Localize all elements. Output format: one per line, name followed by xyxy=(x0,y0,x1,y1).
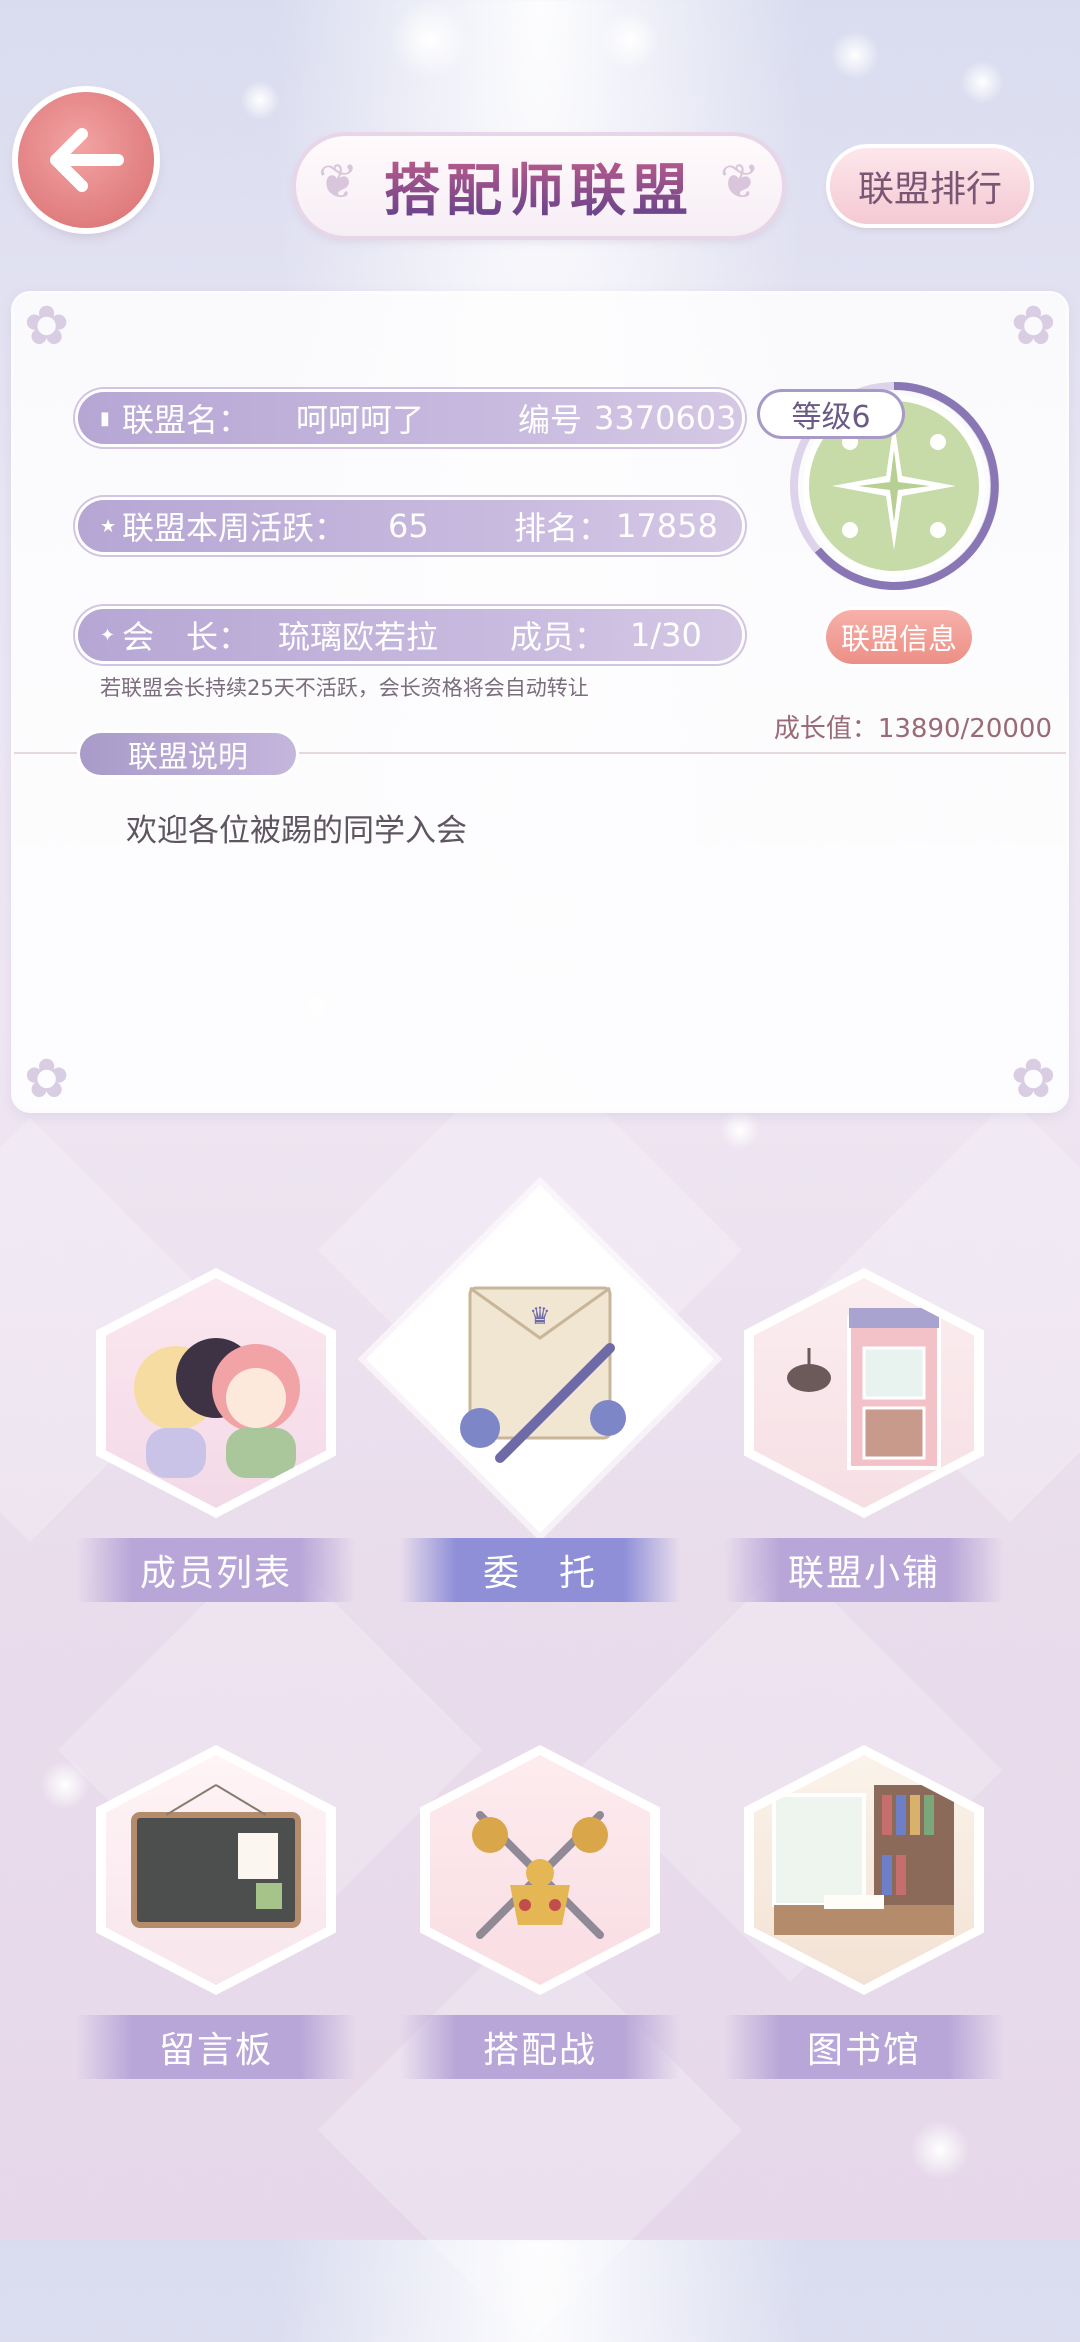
flourish-right-icon: ❦ xyxy=(719,154,760,210)
hex-frame xyxy=(744,1745,984,1995)
message-board-label: 留言板 xyxy=(76,2015,356,2079)
style-battle-label: 搭配战 xyxy=(400,2015,680,2079)
library-icon xyxy=(754,1755,974,1985)
sparkle xyxy=(240,80,280,120)
sparkle xyxy=(720,1110,760,1150)
back-button[interactable] xyxy=(18,92,154,228)
style-battle-button[interactable]: 搭配战 xyxy=(390,1745,690,2079)
svg-text:♛: ♛ xyxy=(529,1302,551,1330)
sparkle xyxy=(600,10,660,70)
rank-label: 排名： xyxy=(514,509,611,547)
leader-name: 琉璃欧若拉 xyxy=(278,618,439,656)
alliance-id: 3370603 xyxy=(594,399,737,437)
commission-icon: ♛ xyxy=(440,1258,640,1488)
alliance-description: 欢迎各位被踢的同学入会 xyxy=(126,813,467,849)
member-list-icon xyxy=(106,1278,326,1508)
description-tag: 联盟说明 xyxy=(80,733,296,775)
sparkle xyxy=(830,30,880,80)
rose-corner-icon: ✿ xyxy=(1010,294,1056,357)
alliance-info-button[interactable]: 联盟信息 xyxy=(826,610,972,664)
weekly-activity-row: ★ 联盟本周活跃： 65 排名： 17858 xyxy=(78,500,742,552)
hex-frame xyxy=(96,1745,336,1995)
alliance-shop-label: 联盟小铺 xyxy=(724,1538,1004,1602)
library-button[interactable]: 图书馆 xyxy=(714,1745,1014,2079)
battle-crest-icon xyxy=(430,1755,650,1985)
hex-frame xyxy=(420,1745,660,1995)
sparkle xyxy=(390,0,470,80)
member-list-label: 成员列表 xyxy=(76,1538,356,1602)
sparkle xyxy=(960,60,1004,104)
title-plate: ❦ 搭配师联盟 ❦ xyxy=(296,136,782,236)
alliance-ranking-button[interactable]: 联盟排行 xyxy=(830,148,1030,224)
leader-inactivity-hint: 若联盟会长持续25天不活跃，会长资格将会自动转让 xyxy=(100,676,589,700)
star-icon: ★ xyxy=(100,515,117,537)
alliance-name-row: ▮ 联盟名： 呵呵呵了 编号 3370603 xyxy=(78,392,742,444)
rank-value: 17858 xyxy=(616,507,718,545)
member-list-button[interactable]: 成员列表 xyxy=(66,1268,366,1602)
book-icon: ▮ xyxy=(100,407,110,429)
alliance-id-label: 编号 xyxy=(518,401,583,439)
page-title: 搭配师联盟 xyxy=(384,146,694,227)
flourish-left-icon: ❦ xyxy=(318,154,359,210)
alliance-name: 呵呵呵了 xyxy=(296,401,425,439)
sparkle xyxy=(910,2120,970,2180)
message-board-button[interactable]: 留言板 xyxy=(66,1745,366,2079)
weekly-activity-label: 联盟本周活跃： xyxy=(122,509,347,547)
hex-frame xyxy=(96,1268,336,1518)
message-board-icon xyxy=(106,1755,326,1985)
compass-star-icon: ✦ xyxy=(100,624,116,646)
back-arrow-icon xyxy=(50,128,124,192)
members-count: 1/30 xyxy=(630,616,702,654)
leader-row: ✦ 会 长： 琉璃欧若拉 成员： 1/30 xyxy=(78,609,742,661)
leader-label: 会 长： xyxy=(122,618,251,656)
growth-value: 成长值：13890/20000 xyxy=(773,714,1052,744)
hex-frame xyxy=(744,1268,984,1518)
rose-corner-icon: ✿ xyxy=(24,1047,70,1110)
library-label: 图书馆 xyxy=(724,2015,1004,2079)
alliance-level-badge: 等级6 xyxy=(760,392,902,436)
members-label: 成员： xyxy=(510,618,607,656)
shop-icon xyxy=(754,1278,974,1508)
rose-corner-icon: ✿ xyxy=(1010,1047,1056,1110)
rose-corner-icon: ✿ xyxy=(24,294,70,357)
weekly-activity-value: 65 xyxy=(388,507,429,545)
commission-label: 委 托 xyxy=(400,1538,680,1602)
alliance-shop-button[interactable]: 联盟小铺 xyxy=(714,1268,1014,1602)
alliance-name-label: 联盟名： xyxy=(122,401,251,439)
commission-button[interactable]: ♛ 委 托 xyxy=(366,1185,714,1602)
